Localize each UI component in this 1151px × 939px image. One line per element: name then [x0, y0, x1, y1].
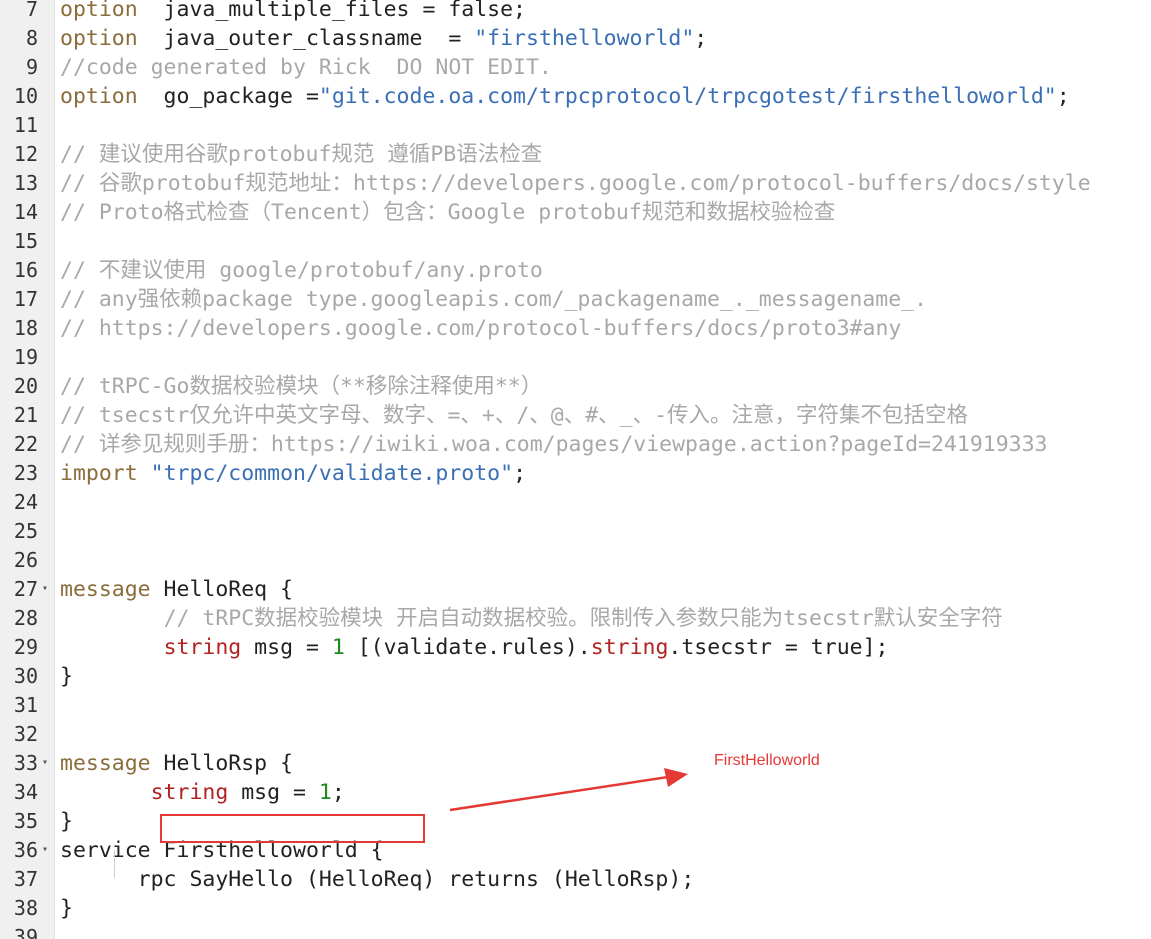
annotation-arrow	[449, 768, 688, 812]
arrow-shaft	[449, 775, 669, 812]
arrow-head	[664, 768, 688, 787]
annotation-note: FirstHelloworld	[714, 752, 820, 769]
